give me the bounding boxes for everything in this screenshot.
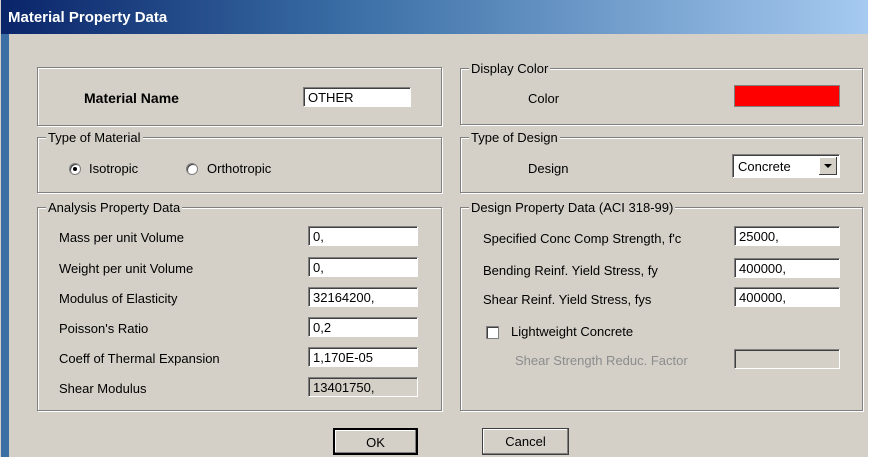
chevron-down-icon[interactable] (819, 157, 837, 175)
window-title: Material Property Data (8, 9, 168, 26)
analysis-property-group: Analysis Property Data Mass per unit Vol… (37, 200, 442, 411)
conc-strength-label: Specified Conc Comp Strength, f'c (483, 231, 682, 246)
title-bar[interactable]: Material Property Data (1, 0, 869, 34)
isotropic-label[interactable]: Isotropic (89, 161, 138, 176)
window-left-edge (1, 34, 9, 457)
color-label: Color (528, 91, 560, 106)
design-property-legend: Design Property Data (ACI 318-99) (469, 200, 676, 215)
poisson-ratio-label: Poisson's Ratio (59, 321, 149, 336)
bending-yield-input[interactable] (734, 258, 840, 278)
mass-per-volume-input[interactable] (308, 226, 418, 246)
display-color-group: Display Color Color (460, 61, 863, 125)
type-of-material-legend: Type of Material (46, 130, 143, 145)
mass-per-volume-label: Mass per unit Volume (59, 230, 185, 245)
shear-modulus-label: Shear Modulus (59, 381, 147, 396)
orthotropic-label[interactable]: Orthotropic (207, 161, 271, 176)
thermal-expansion-input[interactable] (308, 347, 418, 367)
weight-per-volume-label: Weight per unit Volume (59, 261, 194, 276)
bending-yield-label: Bending Reinf. Yield Stress, fy (483, 263, 658, 278)
modulus-elasticity-label: Modulus of Elasticity (59, 291, 178, 306)
shear-yield-input[interactable] (734, 287, 840, 307)
type-of-design-group: Type of Design Design Concrete (460, 130, 863, 193)
modulus-elasticity-input[interactable] (308, 287, 418, 307)
display-color-legend: Display Color (469, 61, 551, 76)
design-property-group: Design Property Data (ACI 318-99) Specif… (460, 200, 863, 411)
material-name-group: Material Name (37, 67, 442, 126)
radio-selected-dot (73, 167, 77, 171)
type-of-material-group: Type of Material Isotropic Orthotropic (37, 130, 442, 193)
isotropic-radio[interactable] (69, 163, 81, 175)
weight-per-volume-input[interactable] (308, 257, 418, 277)
shear-reduc-field (734, 349, 840, 369)
lightweight-checkbox[interactable] (486, 326, 499, 339)
design-dropdown-value: Concrete (738, 159, 791, 174)
shear-modulus-field (308, 377, 418, 397)
design-dropdown[interactable]: Concrete (732, 154, 840, 178)
analysis-property-legend: Analysis Property Data (46, 200, 183, 215)
lightweight-label[interactable]: Lightweight Concrete (511, 324, 633, 339)
color-swatch[interactable] (734, 85, 840, 107)
shear-reduc-label: Shear Strength Reduc. Factor (515, 353, 688, 368)
conc-strength-input[interactable] (734, 226, 840, 246)
thermal-expansion-label: Coeff of Thermal Expansion (59, 351, 220, 366)
dialog-window: Material Property Data Material Name Typ… (0, 0, 869, 457)
shear-yield-label: Shear Reinf. Yield Stress, fys (483, 292, 652, 307)
cancel-button[interactable]: Cancel (482, 428, 569, 455)
poisson-ratio-input[interactable] (308, 317, 418, 337)
ok-button[interactable]: OK (333, 428, 418, 455)
design-label: Design (528, 161, 569, 176)
orthotropic-radio[interactable] (186, 163, 198, 175)
material-name-label: Material Name (84, 90, 179, 106)
type-of-design-legend: Type of Design (469, 130, 560, 145)
material-name-input[interactable] (303, 87, 411, 107)
background-strip (868, 0, 876, 457)
